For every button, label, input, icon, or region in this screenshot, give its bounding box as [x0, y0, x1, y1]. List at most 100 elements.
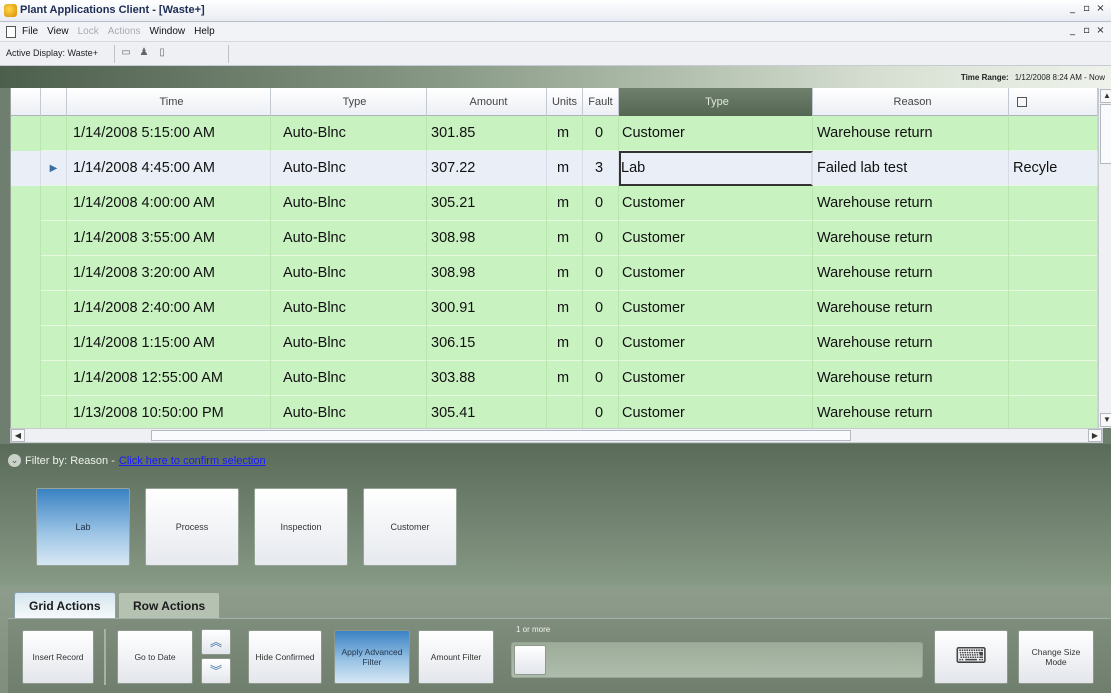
column-header-fault[interactable]: Fault	[583, 88, 619, 116]
menu-help[interactable]: Help	[194, 26, 215, 37]
scroll-up-icon[interactable]: ▲	[1100, 89, 1111, 103]
cell-extra[interactable]	[1009, 186, 1098, 221]
lock-icon[interactable]: ▯	[156, 47, 168, 59]
cell-time[interactable]: 1/13/2008 10:50:00 PM	[67, 396, 271, 428]
horizontal-scrollbar[interactable]: ◀ ▶	[10, 428, 1103, 443]
confirm-selection-link[interactable]: Click here to confirm selection	[119, 455, 266, 467]
cell-amount[interactable]: 300.91	[427, 291, 547, 326]
cell-units[interactable]	[547, 396, 583, 428]
cell-reason-type[interactable]: Customer	[619, 396, 813, 428]
cell-time[interactable]: 1/14/2008 5:15:00 AM	[67, 116, 271, 151]
cell-fault[interactable]: 0	[583, 291, 619, 326]
display-icon[interactable]: ▭	[120, 47, 132, 59]
cell-amount[interactable]: 308.98	[427, 221, 547, 256]
row-selector[interactable]	[11, 256, 41, 291]
row-selector[interactable]	[11, 396, 41, 428]
tab-row-actions[interactable]: Row Actions	[118, 592, 221, 618]
cell-reason-type[interactable]: Customer	[619, 256, 813, 291]
amount-filter-button[interactable]: Amount Filter	[418, 630, 494, 684]
row-selector[interactable]	[11, 221, 41, 256]
column-header-units[interactable]: Units	[547, 88, 583, 116]
table-row[interactable]: 1/13/2008 10:50:00 PM Auto-Blnc 305.41 0 Cus…	[11, 396, 1098, 428]
row-selector[interactable]	[11, 291, 41, 326]
cell-reason-type[interactable]: Customer	[619, 361, 813, 396]
scroll-down-icon[interactable]: ▼	[1100, 413, 1111, 427]
column-header-time[interactable]: Time	[67, 88, 271, 116]
cell-amount[interactable]: 307.22	[427, 151, 547, 186]
change-size-mode-button[interactable]: Change Size Mode	[1018, 630, 1094, 684]
cell-reason[interactable]: Warehouse return	[813, 256, 1009, 291]
cell-time[interactable]: 1/14/2008 4:45:00 AM	[67, 151, 271, 186]
cell-reason-type[interactable]: Customer	[619, 326, 813, 361]
cell-reason-type[interactable]: Customer	[619, 116, 813, 151]
horizontal-scroll-thumb[interactable]	[151, 430, 851, 441]
amount-slider-thumb[interactable]	[514, 645, 546, 675]
row-selector[interactable]	[11, 361, 41, 396]
cell-fault[interactable]: 0	[583, 326, 619, 361]
collapse-chevron-icon[interactable]: ⌄	[8, 454, 21, 467]
cell-reason[interactable]: Warehouse return	[813, 291, 1009, 326]
cell-reason[interactable]: Warehouse return	[813, 186, 1009, 221]
reason-option-lab[interactable]: Lab	[36, 488, 130, 566]
cell-units[interactable]: m	[547, 291, 583, 326]
cell-extra[interactable]	[1009, 116, 1098, 151]
row-selector[interactable]	[11, 151, 41, 186]
cell-units[interactable]: m	[547, 151, 583, 186]
cell-units[interactable]: m	[547, 256, 583, 291]
insert-record-button[interactable]: Insert Record	[22, 630, 94, 684]
cell-amount[interactable]: 301.85	[427, 116, 547, 151]
cell-reason-type[interactable]: Customer	[619, 291, 813, 326]
cell-time[interactable]: 1/14/2008 3:55:00 AM	[67, 221, 271, 256]
cell-fault[interactable]: 0	[583, 116, 619, 151]
scroll-thumb[interactable]	[1100, 104, 1111, 164]
cell-reason[interactable]: Warehouse return	[813, 116, 1009, 151]
cell-type[interactable]: Auto-Blnc	[271, 396, 427, 428]
document-icon[interactable]	[6, 26, 16, 38]
page-down-icon[interactable]: ︾	[201, 658, 231, 684]
scroll-left-icon[interactable]: ◀	[11, 429, 25, 442]
cell-time[interactable]: 1/14/2008 12:55:00 AM	[67, 361, 271, 396]
cell-type[interactable]: Auto-Blnc	[271, 326, 427, 361]
mdi-close-icon[interactable]: ×	[1094, 25, 1107, 38]
cell-reason-type[interactable]: Customer	[619, 186, 813, 221]
cell-units[interactable]: m	[547, 186, 583, 221]
cell-extra[interactable]	[1009, 361, 1098, 396]
cell-fault[interactable]: 0	[583, 186, 619, 221]
table-row[interactable]: 1/14/2008 3:55:00 AM Auto-Blnc 308.98 m 0 Cus…	[11, 221, 1098, 256]
cell-units[interactable]: m	[547, 116, 583, 151]
cell-type[interactable]: Auto-Blnc	[271, 221, 427, 256]
row-selector[interactable]	[11, 186, 41, 221]
cell-fault[interactable]: 0	[583, 256, 619, 291]
minimize-icon[interactable]: _	[1066, 3, 1079, 16]
cell-amount[interactable]: 306.15	[427, 326, 547, 361]
keyboard-button[interactable]: ⌨	[934, 630, 1008, 684]
table-row[interactable]: ▶ 1/14/2008 4:45:00 AM Auto-Blnc 307.22 m 3 La…	[11, 151, 1098, 186]
cell-amount[interactable]: 305.21	[427, 186, 547, 221]
reason-option-inspection[interactable]: Inspection	[254, 488, 348, 566]
cell-extra[interactable]: Recyle	[1009, 151, 1098, 186]
cell-type[interactable]: Auto-Blnc	[271, 291, 427, 326]
column-header-type[interactable]: Type	[271, 88, 427, 116]
cell-extra[interactable]	[1009, 326, 1098, 361]
table-row[interactable]: 1/14/2008 1:15:00 AM Auto-Blnc 306.15 m 0 Cus…	[11, 326, 1098, 361]
cell-amount[interactable]: 308.98	[427, 256, 547, 291]
cell-units[interactable]: m	[547, 326, 583, 361]
cell-type[interactable]: Auto-Blnc	[271, 116, 427, 151]
cell-reason[interactable]: Warehouse return	[813, 396, 1009, 428]
users-icon[interactable]: ♟	[138, 47, 150, 59]
cell-fault[interactable]: 0	[583, 396, 619, 428]
table-row[interactable]: 1/14/2008 3:20:00 AM Auto-Blnc 308.98 m 0 Cus…	[11, 256, 1098, 291]
row-selector[interactable]	[11, 326, 41, 361]
cell-type[interactable]: Auto-Blnc	[271, 186, 427, 221]
cell-units[interactable]: m	[547, 361, 583, 396]
cell-fault[interactable]: 0	[583, 221, 619, 256]
cell-extra[interactable]	[1009, 396, 1098, 428]
mdi-minimize-icon[interactable]: _	[1066, 25, 1079, 38]
cell-extra[interactable]	[1009, 221, 1098, 256]
table-row[interactable]: 1/14/2008 4:00:00 AM Auto-Blnc 305.21 m 0 Cus…	[11, 186, 1098, 221]
menu-window[interactable]: Window	[150, 26, 186, 37]
cell-amount[interactable]: 303.88	[427, 361, 547, 396]
cell-fault[interactable]: 3	[583, 151, 619, 186]
menu-file[interactable]: File	[22, 26, 38, 37]
restore-icon[interactable]: ▫	[1080, 3, 1093, 16]
